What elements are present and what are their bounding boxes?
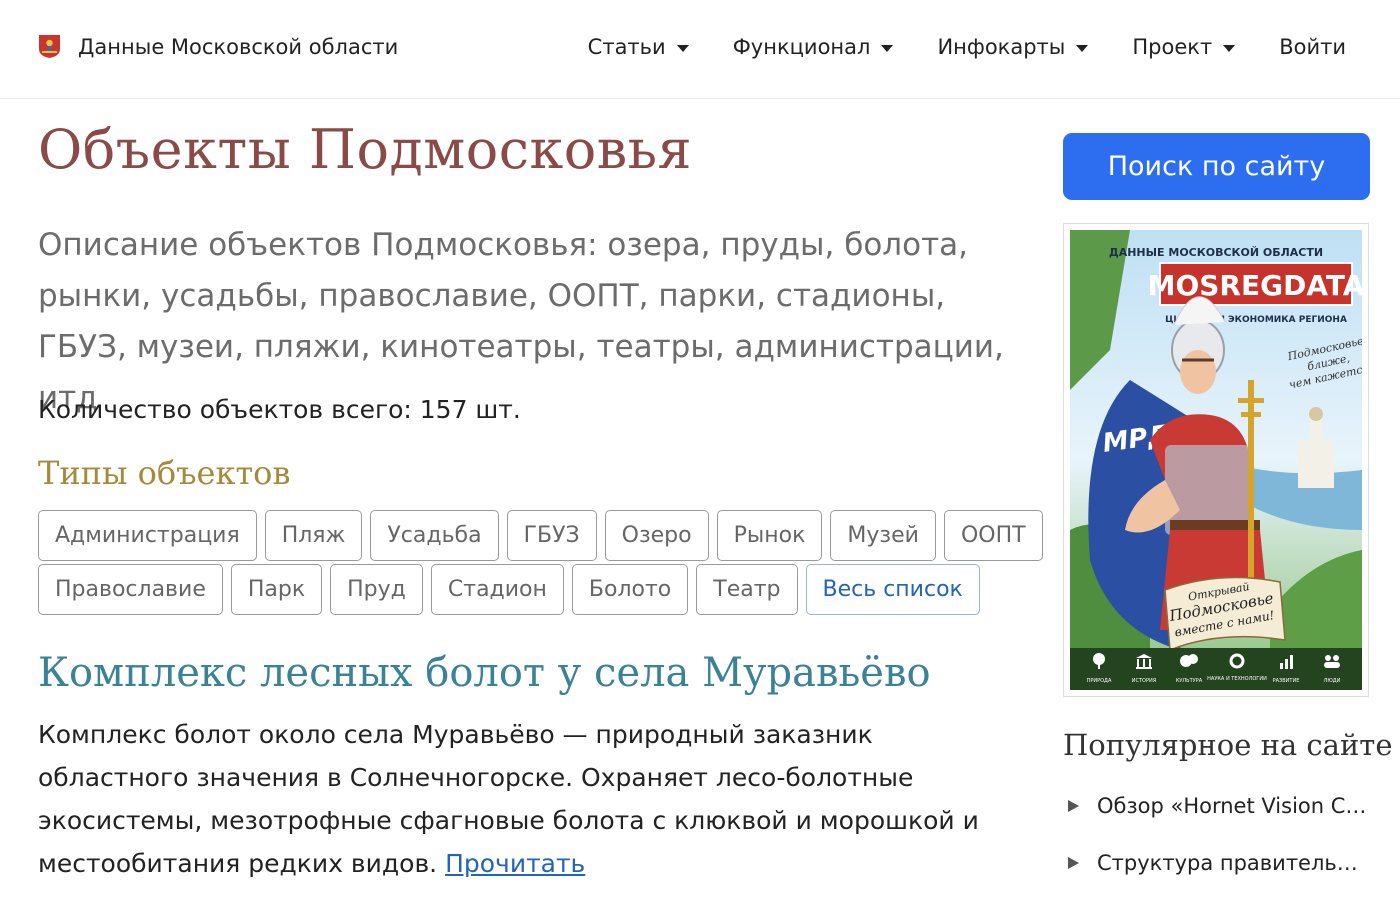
nav-articles[interactable]: Статьи	[588, 30, 689, 64]
tag-stadium[interactable]: Стадион	[430, 564, 564, 615]
nav-label: Проект	[1132, 35, 1213, 59]
poster-brand: MOSREGDATA	[1148, 269, 1362, 302]
caret-down-icon	[881, 44, 894, 52]
triangle-right-icon	[1068, 857, 1079, 869]
poster-icon-label: ПРИРОДА	[1087, 678, 1112, 684]
coat-of-arms-icon	[38, 34, 61, 59]
nav-label: Статьи	[587, 35, 666, 59]
popular-item-label: Обзор «Hornet Vision Cyber»	[1097, 794, 1369, 818]
tag-orthodoxy[interactable]: Православие	[38, 564, 223, 615]
brand-link[interactable]: Данные Московской области	[38, 34, 398, 59]
tag-oopt[interactable]: ООПТ	[943, 510, 1043, 561]
poster-icon-label: ИСТОРИЯ	[1132, 678, 1156, 684]
brand-text: Данные Московской области	[78, 34, 399, 59]
tag-gbuz[interactable]: ГБУЗ	[506, 510, 597, 561]
nav-label: Войти	[1279, 35, 1346, 59]
site-search-button[interactable]: Поиск по сайту	[1063, 133, 1370, 200]
read-more-link[interactable]: Прочитать	[445, 849, 585, 878]
nav-label: Функционал	[732, 35, 871, 59]
tag-row: Православие Парк Пруд Стадион Болото Теа…	[38, 564, 1038, 617]
nav-project[interactable]: Проект	[1132, 30, 1236, 64]
tag-swamp[interactable]: Болото	[571, 564, 689, 615]
article-title[interactable]: Комплекс лесных болот у села Муравьёво	[38, 650, 931, 696]
tag-estate[interactable]: Усадьба	[370, 510, 499, 561]
main-nav: Статьи Функционал Инфокарты Проект Войти	[588, 30, 1346, 64]
popular-title: Популярное на сайте	[1063, 728, 1393, 762]
nav-login[interactable]: Войти	[1279, 30, 1346, 64]
nav-infocards[interactable]: Инфокарты	[937, 30, 1089, 64]
tag-theatre[interactable]: Театр	[696, 564, 798, 615]
objects-count: Количество объектов всего: 157 шт.	[38, 395, 521, 424]
types-title: Типы объектов	[38, 454, 291, 492]
nav-label: Инфокарты	[937, 35, 1066, 59]
page-title: Объекты Подмосковья	[38, 118, 693, 181]
poster-icon-label: РАЗВИТИЕ	[1273, 678, 1300, 684]
poster-icon-label: КУЛЬТУРА	[1176, 678, 1203, 684]
triangle-right-icon	[1068, 800, 1079, 812]
poster-icon-label: НАУКА И ТЕХНОЛОГИИ	[1207, 676, 1267, 682]
tag-lake[interactable]: Озеро	[604, 510, 709, 561]
caret-down-icon	[1076, 44, 1089, 52]
tag-all-list[interactable]: Весь список	[805, 564, 980, 615]
tag-park[interactable]: Парк	[230, 564, 323, 615]
page-lead: Описание объектов Подмосковья: озера, пр…	[38, 227, 1004, 416]
mosregdata-poster[interactable]: ДАННЫЕ МОСКОВСКОЙ ОБЛАСТИ MOSREGDATA ЦИФ…	[1063, 223, 1369, 697]
tag-row: Администрация Пляж Усадьба ГБУЗ Озеро Ры…	[38, 510, 1043, 563]
popular-item-label: Структура правительства Московской облас…	[1097, 851, 1369, 875]
poster-image: ДАННЫЕ МОСКОВСКОЙ ОБЛАСТИ MOSREGDATA ЦИФ…	[1070, 230, 1362, 690]
navbar: Данные Московской области Статьи Функцио…	[0, 0, 1400, 99]
popular-item[interactable]: Обзор «Hornet Vision Cyber»	[1063, 784, 1373, 828]
tag-pond[interactable]: Пруд	[330, 564, 423, 615]
nav-functional[interactable]: Функционал	[733, 30, 894, 64]
caret-down-icon	[676, 44, 689, 52]
popular-item[interactable]: Структура правительства Московской облас…	[1063, 841, 1373, 885]
tag-market[interactable]: Рынок	[716, 510, 823, 561]
poster-icon-label: ЛЮДИ	[1324, 678, 1341, 684]
tag-beach[interactable]: Пляж	[264, 510, 363, 561]
popular-list: Обзор «Hornet Vision Cyber» Структура пр…	[1063, 784, 1373, 898]
caret-down-icon	[1223, 44, 1236, 52]
tag-administration[interactable]: Администрация	[38, 510, 257, 561]
type-tags: Администрация Пляж Усадьба ГБУЗ Озеро Ры…	[38, 510, 1043, 618]
poster-top-line: ДАННЫЕ МОСКОВСКОЙ ОБЛАСТИ	[1109, 246, 1323, 259]
tag-museum[interactable]: Музей	[830, 510, 936, 561]
article-excerpt: Комплекс болот около села Муравьёво — пр…	[38, 713, 1028, 885]
